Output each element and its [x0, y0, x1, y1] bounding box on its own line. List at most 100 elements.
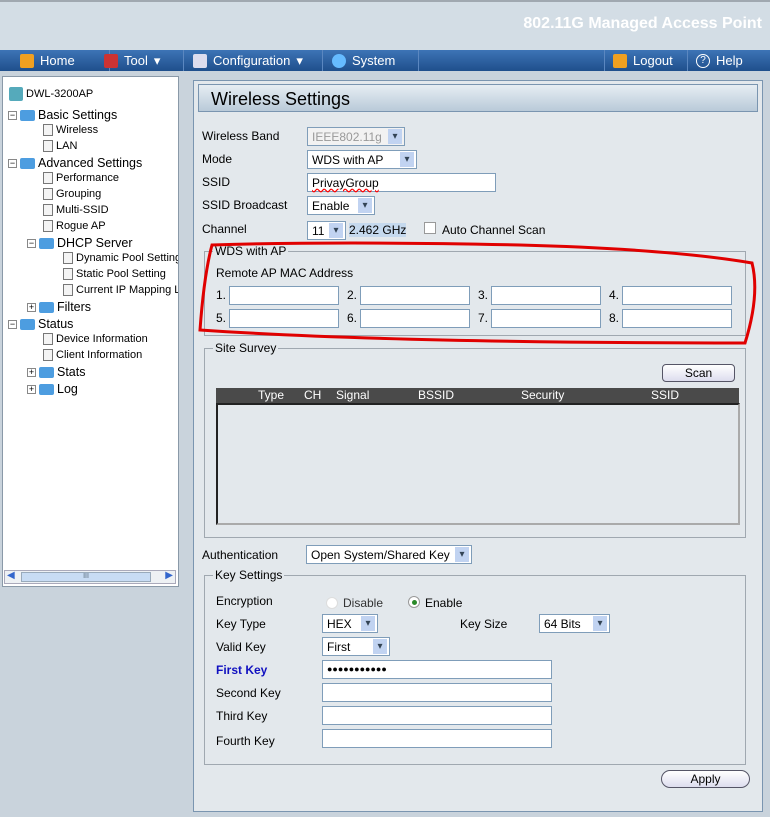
key-type-select[interactable]: HEX — [322, 614, 378, 633]
expand-icon[interactable]: + — [27, 302, 36, 312]
tree-dynamic-pool[interactable]: Dynamic Pool Setting — [63, 252, 178, 264]
column-header[interactable]: Security — [521, 388, 564, 402]
page-icon — [43, 140, 53, 152]
third-key-label: Third Key — [216, 709, 268, 723]
ssid-broadcast-select[interactable]: Enable — [307, 196, 375, 215]
encryption-label: Encryption — [216, 594, 273, 608]
tree-log[interactable]: + Log — [27, 382, 78, 396]
apply-button[interactable]: Apply — [661, 770, 750, 788]
page-icon — [43, 188, 53, 200]
tree-label: Status — [38, 317, 74, 331]
folder-icon — [39, 366, 54, 378]
tree-status[interactable]: − Status — [8, 317, 73, 331]
collapse-icon[interactable]: − — [8, 158, 17, 168]
scroll-thumb[interactable]: III — [21, 572, 151, 582]
key-settings-legend: Key Settings — [213, 568, 285, 582]
scan-button[interactable]: Scan — [662, 364, 735, 382]
tree-basic-settings[interactable]: − Basic Settings — [8, 108, 117, 122]
page-icon — [43, 124, 53, 136]
tree-grouping[interactable]: Grouping — [43, 188, 101, 200]
expand-icon[interactable]: + — [27, 384, 36, 394]
chevron-down-icon: ▾ — [153, 52, 161, 68]
ssid-input[interactable]: PrivayGroup — [307, 173, 496, 192]
column-header[interactable]: BSSID — [418, 388, 454, 402]
tree-wireless[interactable]: Wireless — [43, 124, 98, 136]
ssid-broadcast-label: SSID Broadcast — [202, 198, 288, 212]
tree-dhcp-server[interactable]: − DHCP Server — [27, 236, 132, 250]
valid-key-select[interactable]: First — [322, 637, 390, 656]
scroll-right-icon[interactable]: ▶ — [165, 570, 173, 581]
tree-horizontal-scrollbar[interactable]: ◀ III ▶ — [4, 570, 176, 584]
collapse-icon[interactable]: − — [8, 319, 17, 329]
red-annotation-outline — [198, 241, 757, 345]
tree-device-info[interactable]: Device Information — [43, 333, 148, 345]
nav-configuration-label: Configuration — [213, 53, 291, 68]
auto-channel-checkbox[interactable] — [424, 222, 436, 234]
tree-label: Performance — [56, 172, 119, 184]
tree-label: Rogue AP — [56, 220, 106, 232]
first-key-label: First Key — [216, 663, 268, 677]
wireless-band-select: IEEE802.11g — [307, 127, 405, 146]
tree-label: Wireless — [56, 124, 99, 136]
page-icon — [63, 284, 73, 296]
chevron-down-icon: ▾ — [296, 52, 303, 68]
fourth-key-input[interactable] — [322, 729, 552, 748]
first-key-input[interactable]: ●●●●●●●●●●● — [322, 660, 552, 679]
page-icon — [43, 349, 53, 361]
survey-table-body — [216, 403, 740, 525]
nav-help[interactable]: ? Help — [688, 50, 770, 71]
nav-system-label: System — [352, 53, 396, 68]
header-banner: 802.11G Managed Access Point — [0, 0, 770, 50]
column-header[interactable]: SSID — [651, 388, 679, 402]
tree-filters[interactable]: + Filters — [27, 300, 91, 314]
nav-home-label: Home — [40, 53, 75, 68]
nav-configuration[interactable]: Configuration ▾ — [185, 50, 323, 71]
second-key-input[interactable] — [322, 683, 552, 702]
scroll-left-icon[interactable]: ◀ — [7, 570, 15, 581]
tree-static-pool[interactable]: Static Pool Setting — [63, 268, 166, 280]
key-icon — [613, 53, 627, 68]
tree-performance[interactable]: Performance — [43, 172, 119, 184]
product-title: 802.11G Managed Access Point — [523, 15, 762, 32]
nav-help-label: Help — [716, 53, 743, 68]
column-header[interactable]: Type — [258, 388, 284, 402]
mode-select[interactable]: WDS with AP — [307, 150, 417, 169]
tree-root[interactable]: DWL-3200AP — [9, 87, 93, 101]
column-header[interactable]: Signal — [336, 388, 369, 402]
tree-advanced-settings[interactable]: − Advanced Settings — [8, 156, 142, 170]
page-icon — [43, 204, 53, 216]
folder-icon — [39, 301, 54, 313]
navigation-tree: DWL-3200AP − Basic Settings Wireless LAN … — [2, 76, 179, 587]
tree-label: LAN — [56, 140, 78, 152]
page-icon — [63, 268, 73, 280]
tree-client-info[interactable]: Client Information — [43, 349, 142, 361]
enable-radio[interactable] — [408, 595, 420, 608]
column-header[interactable]: CH — [304, 388, 321, 402]
nav-bar: Home Tool ▾ Configuration ▾ System Logout … — [0, 50, 770, 71]
tree-rogue-ap[interactable]: Rogue AP — [43, 220, 106, 232]
enable-label: Enable — [425, 596, 463, 610]
disable-radio[interactable] — [326, 596, 338, 609]
tree-stats[interactable]: + Stats — [27, 365, 86, 379]
tree-label: Grouping — [56, 188, 102, 200]
tree-multi-ssid[interactable]: Multi-SSID — [43, 204, 109, 216]
collapse-icon[interactable]: − — [8, 110, 17, 120]
tree-label: Multi-SSID — [56, 204, 109, 216]
authentication-select[interactable]: Open System/Shared Key — [306, 545, 472, 564]
nav-system[interactable]: System — [324, 50, 419, 71]
expand-icon[interactable]: + — [27, 367, 36, 377]
third-key-input[interactable] — [322, 706, 552, 725]
key-size-select[interactable]: 64 Bits — [539, 614, 610, 633]
ssid-label: SSID — [202, 175, 231, 189]
nav-logout[interactable]: Logout — [604, 50, 688, 71]
tree-label: Basic Settings — [38, 108, 118, 122]
collapse-icon[interactable]: − — [27, 238, 36, 248]
tree-lan[interactable]: LAN — [43, 140, 77, 152]
home-icon — [20, 53, 34, 68]
page-icon — [43, 172, 53, 184]
folder-icon — [39, 383, 54, 395]
tree-ip-mapping[interactable]: Current IP Mapping L — [63, 284, 178, 296]
tree-label: Client Information — [56, 349, 143, 361]
folder-icon — [20, 157, 35, 169]
nav-tool[interactable]: Tool ▾ — [96, 50, 184, 71]
